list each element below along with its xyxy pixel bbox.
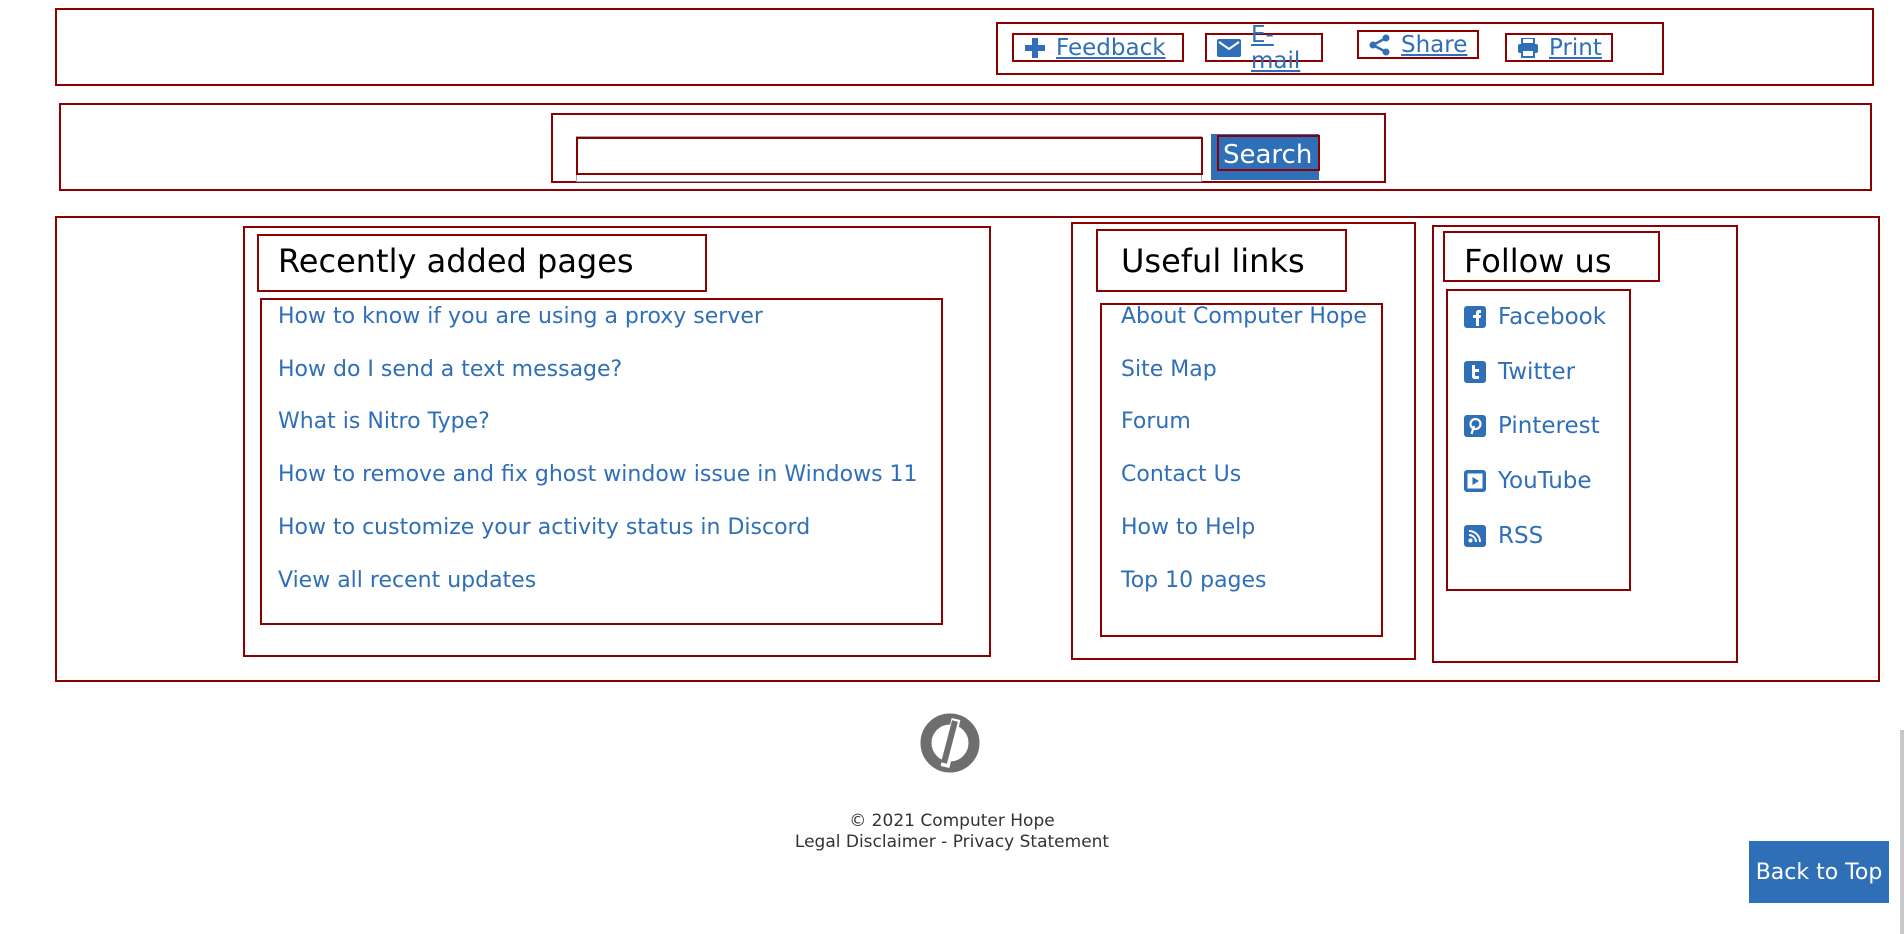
- twitter-label: Twitter: [1498, 359, 1576, 385]
- print-link[interactable]: Print: [1505, 33, 1613, 62]
- envelope-icon: [1217, 38, 1241, 57]
- email-label: E-mail: [1251, 21, 1301, 74]
- pinterest-label: Pinterest: [1498, 413, 1600, 439]
- plus-icon: [1025, 37, 1045, 58]
- youtube-label: YouTube: [1498, 468, 1592, 494]
- useful-link-3[interactable]: Forum: [1121, 409, 1191, 434]
- print-label: Print: [1549, 34, 1602, 61]
- useful-link-4[interactable]: Contact Us: [1121, 462, 1241, 487]
- recent-link-2[interactable]: How do I send a text message?: [278, 357, 622, 382]
- recent-link-1[interactable]: How to know if you are using a proxy ser…: [278, 304, 763, 329]
- copyright-text: © 2021 Computer Hope: [849, 811, 1055, 831]
- useful-link-2[interactable]: Site Map: [1121, 357, 1217, 382]
- share-label: Share: [1401, 31, 1468, 58]
- back-to-top-button[interactable]: Back to Top: [1749, 841, 1889, 903]
- useful-link-5[interactable]: How to Help: [1121, 515, 1255, 540]
- recent-link-6[interactable]: View all recent updates: [278, 568, 536, 593]
- feedback-label: Feedback: [1056, 34, 1166, 61]
- scrollbar-thumb[interactable]: [1900, 730, 1904, 934]
- rss-icon: [1464, 525, 1486, 547]
- pinterest-link[interactable]: Pinterest: [1464, 413, 1600, 439]
- printer-icon: [1518, 37, 1538, 58]
- recent-link-4[interactable]: How to remove and fix ghost window issue…: [278, 462, 918, 487]
- useful-link-6[interactable]: Top 10 pages: [1121, 568, 1267, 593]
- useful-link-1[interactable]: About Computer Hope: [1121, 304, 1367, 329]
- feedback-link[interactable]: Feedback: [1012, 33, 1184, 62]
- search-button[interactable]: Search: [1217, 135, 1320, 171]
- twitter-icon: [1464, 361, 1486, 383]
- recent-heading: Recently added pages: [278, 242, 634, 280]
- share-icon: [1369, 34, 1390, 55]
- facebook-label: Facebook: [1498, 304, 1607, 330]
- follow-heading: Follow us: [1464, 242, 1612, 280]
- legal-links[interactable]: Legal Disclaimer - Privacy Statement: [0, 832, 1904, 852]
- computer-hope-logo[interactable]: [920, 713, 980, 773]
- email-link[interactable]: E-mail: [1205, 22, 1323, 74]
- rss-label: RSS: [1498, 523, 1544, 549]
- recent-link-3[interactable]: What is Nitro Type?: [278, 409, 490, 434]
- facebook-icon: [1464, 306, 1486, 328]
- useful-heading: Useful links: [1121, 242, 1305, 280]
- youtube-link[interactable]: YouTube: [1464, 468, 1592, 494]
- youtube-icon: [1464, 470, 1486, 492]
- share-link[interactable]: Share: [1357, 30, 1479, 59]
- twitter-link[interactable]: Twitter: [1464, 359, 1575, 385]
- recent-link-5[interactable]: How to customize your activity status in…: [278, 515, 810, 540]
- search-input-outline: [576, 137, 1203, 175]
- facebook-link[interactable]: Facebook: [1464, 304, 1606, 330]
- rss-link[interactable]: RSS: [1464, 523, 1543, 549]
- pinterest-icon: [1464, 415, 1486, 437]
